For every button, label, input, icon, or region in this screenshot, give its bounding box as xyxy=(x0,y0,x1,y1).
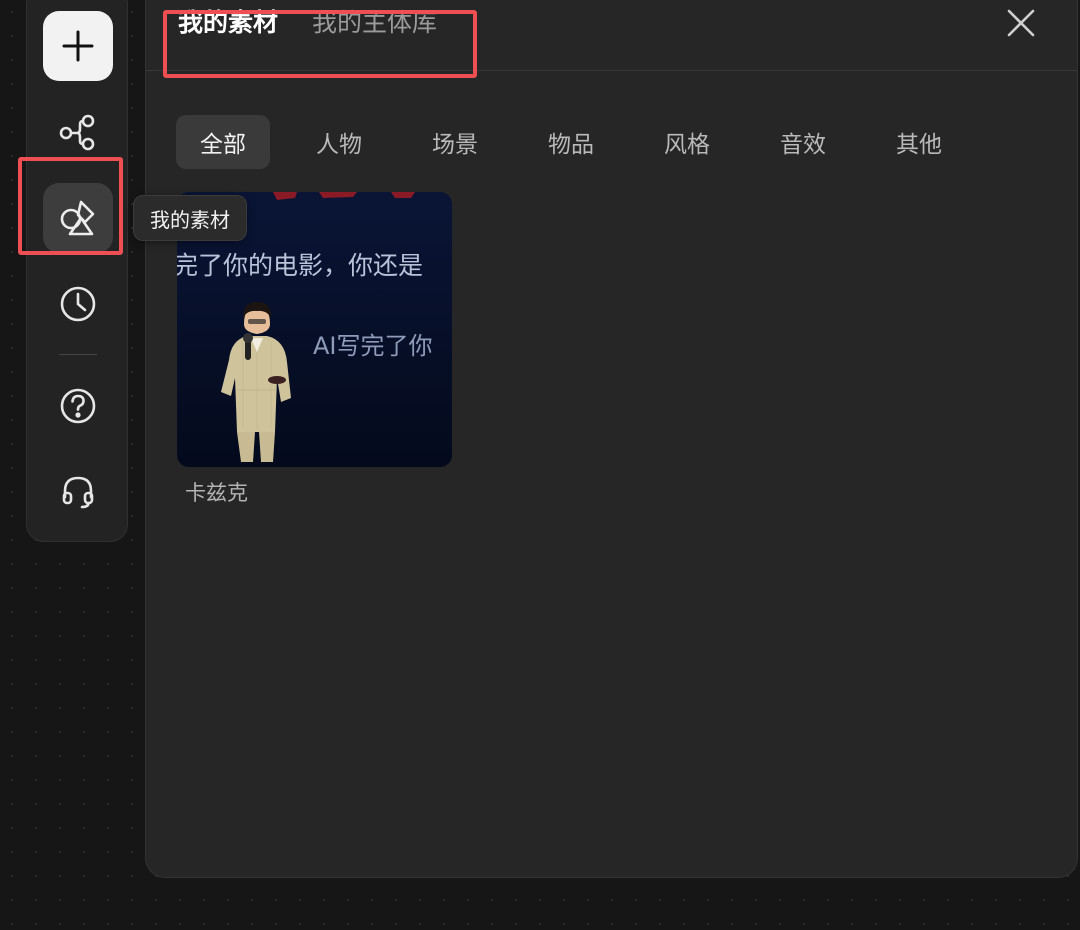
close-button[interactable] xyxy=(1003,5,1039,41)
headset-icon xyxy=(62,476,94,509)
category-filters: 全部 人物 场景 物品 风格 音效 其他 xyxy=(176,115,988,169)
filter-sound-effects[interactable]: 音效 xyxy=(756,115,850,169)
support-button[interactable] xyxy=(43,457,113,527)
filter-styles[interactable]: 风格 xyxy=(640,115,734,169)
asset-name: 卡兹克 xyxy=(185,481,248,505)
clock-icon xyxy=(60,286,96,322)
left-toolbar xyxy=(26,0,128,542)
thumbnail-caption-line-2: AI写完了你 xyxy=(313,332,433,360)
close-icon xyxy=(1007,9,1035,37)
workflow-button[interactable] xyxy=(43,97,113,167)
help-button[interactable] xyxy=(43,371,113,441)
filter-all[interactable]: 全部 xyxy=(176,115,270,169)
toolbar-divider xyxy=(59,354,97,355)
filter-characters[interactable]: 人物 xyxy=(292,115,386,169)
tab-subject-library[interactable]: 我的主体库 xyxy=(312,7,437,39)
assets-panel: 我的素材 我的主体库 全部 人物 场景 物品 风格 音效 其他 完了你的电影，你… xyxy=(145,0,1078,878)
filter-other[interactable]: 其他 xyxy=(872,115,966,169)
filter-objects[interactable]: 物品 xyxy=(524,115,618,169)
filter-scenes[interactable]: 场景 xyxy=(408,115,502,169)
nodes-icon xyxy=(59,114,95,151)
add-button[interactable] xyxy=(43,11,113,81)
my-assets-button[interactable] xyxy=(43,183,113,253)
plus-icon xyxy=(62,30,94,62)
history-button[interactable] xyxy=(43,269,113,339)
assets-tooltip: 我的素材 xyxy=(133,195,247,241)
panel-header: 我的素材 我的主体库 xyxy=(146,1,1077,71)
question-icon xyxy=(60,388,96,424)
tab-my-assets[interactable]: 我的素材 xyxy=(178,7,278,39)
thumbnail-caption-line-1: 完了你的电影，你还是 xyxy=(177,251,423,280)
shapes-icon xyxy=(60,200,95,236)
